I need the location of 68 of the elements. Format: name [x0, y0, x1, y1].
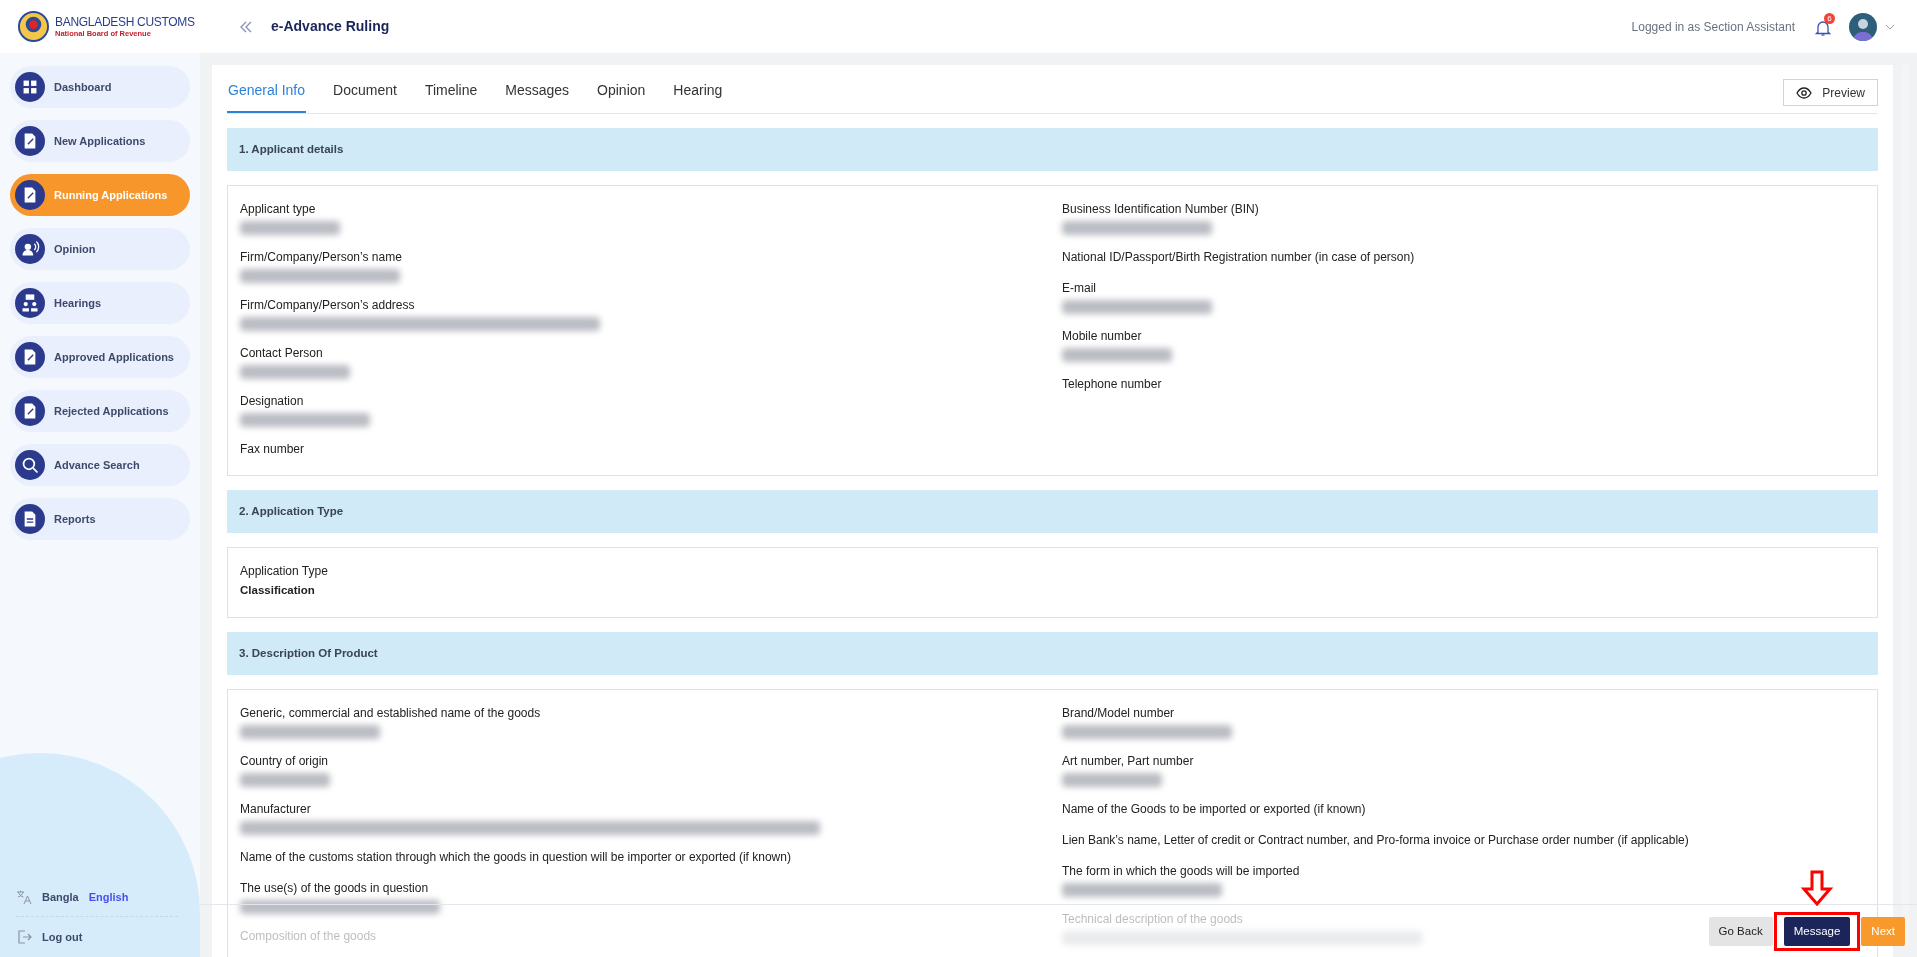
logout-icon [16, 928, 32, 945]
sidebar-item[interactable]: Rejected Applications [10, 390, 190, 432]
dashboard-icon [15, 72, 45, 102]
document-edit-icon [15, 126, 45, 156]
page-title: e-Advance Ruling [271, 17, 390, 36]
field-label: The form in which the goods will be imported [1062, 863, 1301, 880]
tab[interactable]: Opinion [596, 80, 647, 113]
field-label: Lien Bank’s name, Letter of credit or Contract number, and Pro-forma invoice or Purchase order number (if applicable) [1062, 832, 1690, 849]
sidebar-item[interactable]: Reports [10, 498, 190, 540]
person-speaking-icon [15, 234, 45, 264]
document-edit-icon [15, 180, 45, 210]
sidebar-item[interactable]: Approved Applications [10, 336, 190, 378]
avatar[interactable] [1849, 12, 1877, 41]
field-label: Fax number [240, 441, 306, 458]
document-edit-icon [15, 396, 45, 426]
tab[interactable]: Timeline [423, 80, 479, 113]
search-icon [15, 450, 45, 480]
field-label: Composition of the goods [240, 928, 378, 945]
footer-button[interactable]: Go Back [1708, 917, 1773, 946]
sidebar-item[interactable]: Advance Search [10, 444, 190, 486]
field-label: Firm/Company/Person’s name [240, 249, 403, 266]
field-label: Art number, Part number [1062, 753, 1195, 770]
logo-title: BANGLADESH CUSTOMS [55, 15, 195, 28]
field-label: Name of the customs station through which the goods in question will be importer or exported (if known) [240, 849, 792, 866]
sidebar-item[interactable]: Hearings [10, 282, 190, 324]
logout-link[interactable]: Log out [42, 928, 83, 945]
field-label: Country of origin [240, 753, 330, 770]
field-value: Classification [240, 583, 316, 598]
language-option[interactable]: English [88, 889, 129, 906]
section-header: 1. Applicant details [227, 128, 1878, 171]
language-option[interactable]: Bangla [42, 889, 79, 906]
emblem-icon [17, 10, 50, 43]
field-label: Application Type [240, 563, 329, 580]
section-header: 3. Description Of Product [227, 632, 1878, 675]
login-status: Logged in as Section Assistant [1631, 18, 1795, 36]
sidebar-item[interactable]: Opinion [10, 228, 190, 270]
field-label: Manufacturer [240, 801, 312, 818]
preview-button[interactable]: Preview [1783, 79, 1878, 106]
field-label: Firm/Company/Person’s address [240, 297, 416, 314]
field-label: Applicant type [240, 201, 317, 218]
people-icon [15, 288, 45, 318]
field-label: Name of the Goods to be imported or exported (if known) [1062, 801, 1367, 818]
field-label: Business Identification Number (BIN) [1062, 201, 1260, 218]
translate-icon [16, 889, 32, 906]
field-label: Mobile number [1062, 328, 1143, 345]
sidebar-item[interactable]: New Applications [10, 120, 190, 162]
sidebar-item[interactable]: Dashboard [10, 66, 190, 108]
field-label: E-mail [1062, 280, 1097, 297]
field-label: Designation [240, 393, 305, 410]
tab[interactable]: Messages [504, 80, 571, 113]
tab[interactable]: Hearing [672, 80, 724, 113]
down-arrow-icon [1799, 870, 1835, 906]
section-header: 2. Application Type [227, 490, 1878, 533]
field-label: Generic, commercial and established name of the goods [240, 705, 542, 722]
field-label: Telephone number [1062, 376, 1163, 393]
scrollbar-track[interactable] [1902, 65, 1909, 945]
notification-badge: 6 [1824, 12, 1835, 24]
eye-icon [1796, 86, 1813, 99]
document-edit-icon [15, 342, 45, 372]
document-icon [15, 504, 45, 534]
notification-bell-icon[interactable] [1815, 18, 1831, 37]
field-label: The use(s) of the goods in question [240, 880, 430, 897]
field-label: Contact Person [240, 345, 324, 362]
field-label: National ID/Passport/Birth Registration number (in case of person) [1062, 249, 1416, 266]
footer-button[interactable]: Message [1783, 917, 1851, 946]
tab[interactable]: Document [332, 80, 398, 113]
field-label: Brand/Model number [1062, 705, 1176, 722]
tab[interactable]: General Info [227, 80, 307, 113]
